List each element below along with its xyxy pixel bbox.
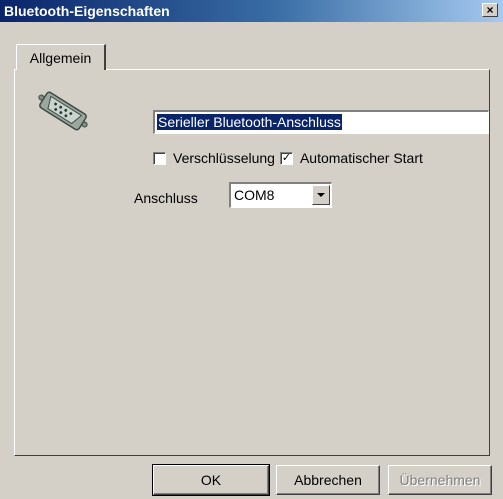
- properties-dialog: Bluetooth-Eigenschaften × Allgemein Seri…: [0, 0, 503, 499]
- close-button[interactable]: ×: [482, 3, 498, 17]
- encryption-checkbox[interactable]: [153, 151, 166, 165]
- ok-button[interactable]: OK: [152, 464, 270, 496]
- title-bar[interactable]: Bluetooth-Eigenschaften ×: [0, 0, 503, 22]
- check-mark-icon: ✓: [281, 151, 292, 164]
- serial-port-icon: [38, 91, 88, 131]
- port-select[interactable]: COM8: [229, 182, 332, 208]
- autostart-label: Automatischer Start: [299, 150, 423, 166]
- port-select-value: COM8: [234, 187, 275, 203]
- apply-button[interactable]: Übernehmen: [388, 465, 492, 495]
- tab-allgemein[interactable]: Allgemein: [16, 44, 106, 70]
- autostart-checkbox[interactable]: ✓: [279, 151, 293, 165]
- close-icon: ×: [486, 3, 494, 17]
- encryption-label: Verschlüsselung: [173, 150, 275, 166]
- port-name-value: Serieller Bluetooth-Anschluss: [157, 114, 342, 130]
- chevron-down-icon: [317, 193, 325, 197]
- dropdown-button[interactable]: [312, 185, 330, 205]
- cancel-button[interactable]: Abbrechen: [276, 465, 380, 495]
- window-title: Bluetooth-Eigenschaften: [4, 3, 170, 19]
- options-row: Verschlüsselung ✓ Automatischer Start: [153, 149, 428, 167]
- port-label: Anschluss: [134, 190, 198, 206]
- tab-label: Allgemein: [29, 49, 92, 66]
- port-name-input[interactable]: Serieller Bluetooth-Anschluss: [153, 110, 489, 134]
